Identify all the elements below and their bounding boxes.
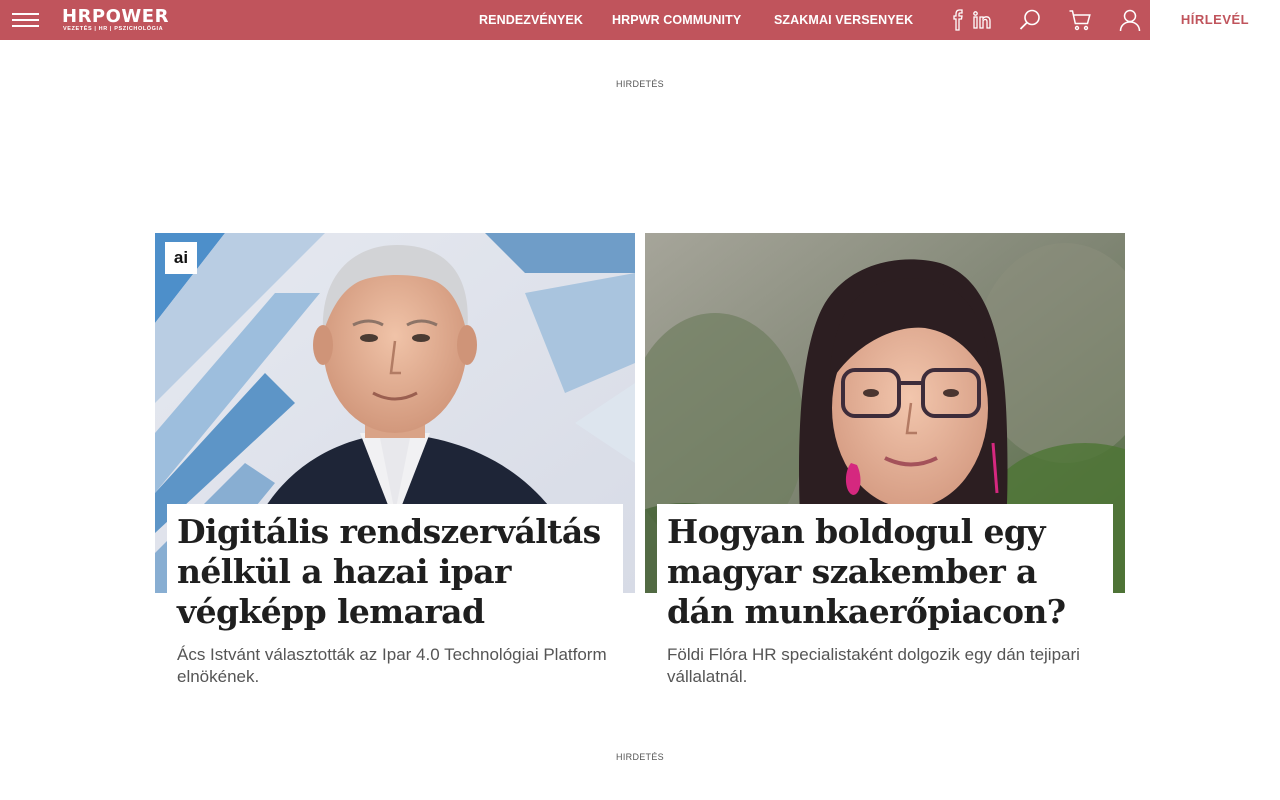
logo-tagline: VEZETÉS | HR | PSZICHOLÓGIA	[63, 26, 164, 32]
article-card-2[interactable]: Hogyan boldogul egy magyar szakember a d…	[645, 233, 1125, 703]
user-icon[interactable]	[1118, 8, 1142, 32]
site-logo[interactable]: HRPOWER VEZETÉS | HR | PSZICHOLÓGIA	[62, 7, 174, 33]
search-icon[interactable]	[1018, 8, 1042, 32]
article-title-1[interactable]: Digitális rendszerváltás nélkül a hazai …	[177, 512, 613, 632]
logo-wordmark: HRPOWER	[62, 6, 169, 27]
ai-badge: ai	[165, 242, 197, 274]
top-navigation-bar: HRPOWER VEZETÉS | HR | PSZICHOLÓGIA REND…	[0, 0, 1280, 40]
article-title-2[interactable]: Hogyan boldogul egy magyar szakember a d…	[667, 512, 1103, 632]
cart-icon[interactable]	[1068, 8, 1092, 32]
article-title-box-1: Digitális rendszerváltás nélkül a hazai …	[167, 504, 623, 632]
nav-szakmai-versenyek[interactable]: SZAKMAI VERSENYEK	[774, 0, 913, 40]
ad-label-top: HIRDETÉS	[616, 79, 664, 89]
article-title-box-2: Hogyan boldogul egy magyar szakember a d…	[657, 504, 1113, 632]
facebook-icon[interactable]	[946, 8, 970, 32]
menu-icon[interactable]	[12, 11, 39, 29]
linkedin-icon[interactable]	[970, 8, 994, 32]
nav-hrpwr-community[interactable]: HRPWR COMMUNITY	[612, 0, 741, 40]
article-card-1[interactable]: ai Digitális rendszerváltás nélkül a haz…	[155, 233, 635, 703]
article-lead-2: Földi Flóra HR specialistaként dolgozik …	[667, 645, 1080, 686]
ad-label-bottom: HIRDETÉS	[616, 752, 664, 762]
newsletter-button[interactable]: HÍRLEVÉL	[1150, 0, 1280, 40]
article-lead-1: Ács Istvánt választották az Ipar 4.0 Tec…	[177, 645, 607, 686]
nav-rendezvenyek[interactable]: RENDEZVÉNYEK	[479, 0, 583, 40]
